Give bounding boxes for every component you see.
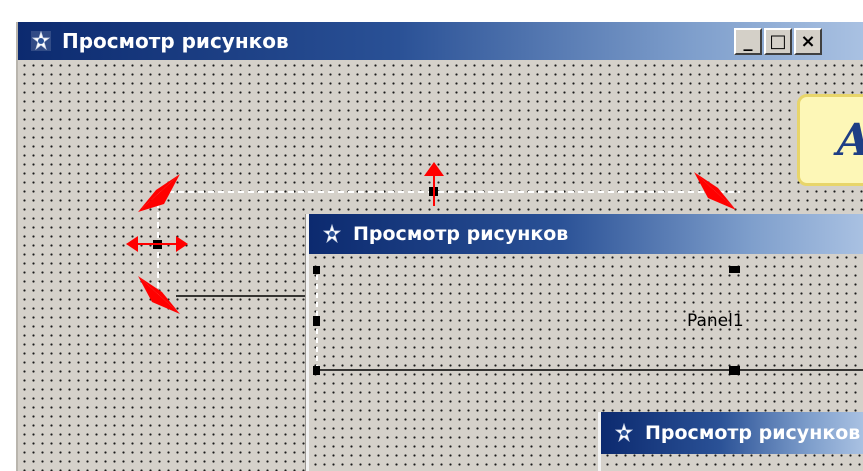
callout-letter: А	[836, 115, 863, 166]
third-form-title: Просмотр рисунков	[645, 422, 861, 444]
third-form-window: Просмотр рисунков	[598, 412, 863, 471]
resize-arrow-horizontal-icon	[126, 236, 188, 252]
panel-handle-top-left[interactable]	[313, 266, 320, 274]
panel-handle-bottom[interactable]	[729, 366, 740, 375]
panel-handle-bottom-left[interactable]	[313, 366, 320, 375]
resize-arrow-up-icon	[424, 162, 444, 206]
resize-arrow-top-left-icon	[138, 174, 180, 212]
resize-arrow-top-right-icon	[694, 172, 736, 210]
callout-box: А	[797, 94, 863, 186]
resize-arrow-bottom-left-icon	[138, 276, 180, 314]
third-form-titlebar[interactable]: Просмотр рисунков	[601, 412, 863, 454]
app-icon	[614, 422, 634, 443]
panel-handle-left[interactable]	[313, 316, 320, 326]
panel-handle-top[interactable]	[729, 266, 740, 273]
panel-caption: Panel1	[687, 311, 744, 331]
